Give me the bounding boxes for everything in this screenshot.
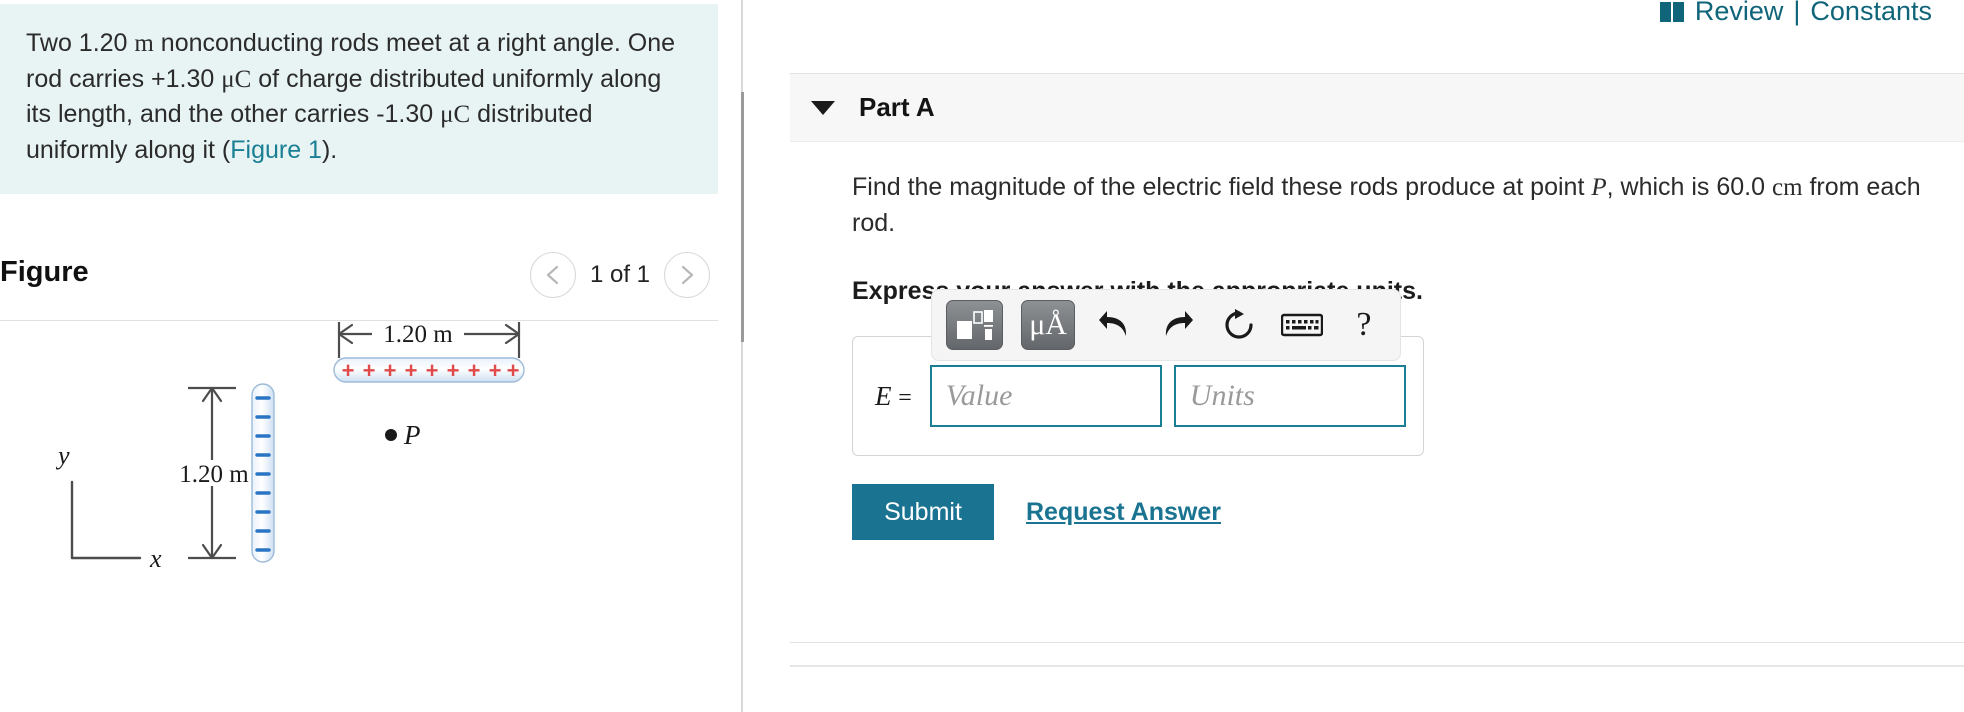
unit-microcoulomb-2: μC [440,101,471,128]
axis-label-x: x [149,544,162,573]
math-template-icon [956,310,993,340]
constants-link[interactable]: Constants [1810,0,1932,27]
book-icon [1659,1,1684,22]
right-answer-panel: Review | Constants Part A Find the magni… [744,0,1964,712]
help-button[interactable]: ? [1342,302,1386,348]
answer-variable: E [875,380,892,411]
part-a-label: Part A [859,92,935,122]
problem-text-segment-1: Two 1.20 [26,29,135,57]
question-unit-cm: cm [1771,174,1803,201]
left-problem-panel: Two 1.20 m nonconducting rods meet at a … [0,0,742,712]
part-a-body: Find the magnitude of the electric field… [790,142,1964,540]
svg-text:+: + [489,358,502,383]
part-a-card: Part A Find the magnitude of the electri… [790,73,1964,643]
svg-text:+: + [507,358,520,383]
submit-button[interactable]: Submit [852,484,994,540]
question-text: Find the magnitude of the electric field… [852,170,1932,241]
problem-statement-box: Two 1.20 m nonconducting rods meet at a … [0,4,718,194]
figure-next-button[interactable] [664,252,710,298]
part-a-header[interactable]: Part A [790,74,1964,142]
unit-meter: m [134,30,154,57]
action-buttons-row: Submit Request Answer [852,484,1964,540]
answer-input-row: E = [875,365,1406,427]
review-constants-bar: Review | Constants [1659,0,1932,27]
caret-down-icon[interactable] [811,100,835,115]
figure-navigation: 1 of 1 [529,252,710,298]
coordinate-axes [70,480,142,560]
chevron-left-icon [546,265,559,285]
answer-entry-box: μÅ ? E = Value Units [852,289,1424,456]
svg-text:+: + [405,358,418,383]
figure-1-link[interactable]: Figure 1 [230,136,322,164]
figure-svg: 1.20 m + + + + + + + + + 1.20 m P y x [55,322,525,573]
horizontal-dimension-label: 1.20 m [383,322,453,348]
answer-toolbar: μÅ ? [931,289,1401,361]
vertical-dimension-label: 1.20 m [179,461,249,488]
problem-statement-text: Two 1.20 m nonconducting rods meet at a … [26,26,692,168]
svg-text:+: + [447,358,460,383]
point-p-dot [385,429,397,441]
keyboard-icon [1280,313,1323,337]
question-mark-icon: ? [1356,306,1372,343]
figure-counter: 1 of 1 [589,261,650,288]
mastering-physics-problem-page: Two 1.20 m nonconducting rods meet at a … [0,0,1964,712]
redo-arrow-icon [1166,311,1194,336]
value-input[interactable] [929,365,1162,427]
figure-header: Figure 1 of 1 [0,252,718,318]
problem-text-segment-5: ). [321,135,338,164]
svg-text:+: + [468,358,481,383]
question-segment-1: Find the magnitude of the electric field… [852,173,1592,201]
figure-diagram: 1.20 m + + + + + + + + + 1.20 m P y x [0,322,718,712]
figure-prev-button[interactable] [529,252,576,298]
review-separator: | [1793,0,1801,26]
undo-arrow-icon [1098,311,1127,336]
answer-variable-label: E = [875,381,912,412]
chevron-right-icon [681,265,694,285]
units-button-label: μÅ [1029,308,1067,341]
redo-button[interactable] [1155,302,1199,348]
review-link[interactable]: Review [1695,0,1784,27]
svg-text:+: + [426,358,439,383]
reset-button[interactable] [1217,302,1261,348]
template-fraction-button[interactable] [946,300,1004,350]
svg-text:+: + [342,358,355,383]
figure-title: Figure [0,256,89,288]
figure-divider [0,320,718,321]
axis-label-y: y [55,441,70,470]
unit-microcoulomb-1: μC [221,65,252,93]
question-variable-p: P [1591,174,1607,201]
answer-equals: = [898,384,912,411]
question-segment-2: , which is 60.0 [1606,173,1772,201]
refresh-circle-icon [1225,309,1254,339]
units-input[interactable] [1173,365,1406,427]
keyboard-button[interactable] [1280,302,1324,348]
point-p-label: P [403,420,421,450]
svg-text:+: + [363,358,376,383]
positive-charge-marks: + + + + + + + + + [342,358,520,383]
svg-text:+: + [384,358,397,383]
card-bottom-rule [790,665,1964,667]
undo-button[interactable] [1093,302,1137,348]
units-button[interactable]: μÅ [1021,300,1075,350]
request-answer-link[interactable]: Request Answer [1026,498,1221,527]
